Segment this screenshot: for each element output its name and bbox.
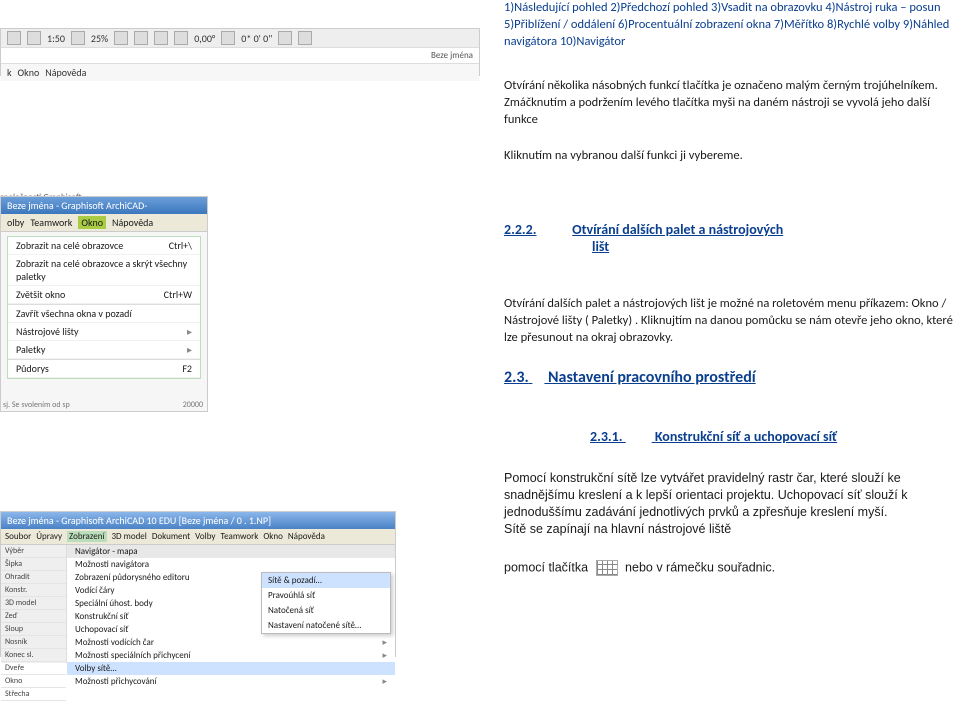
heading-231-num: 2.3.1. — [590, 428, 623, 445]
heading-231-title: Konstrukční síť a uchopovací síť — [655, 428, 837, 445]
para-grid-button-b: nebo v rámečku souřadnic. — [625, 560, 775, 574]
doc-title: Beze jména — [431, 50, 473, 61]
legend-line-2: 5)Přiblížení / oddálení 6)Procentuální z… — [504, 17, 950, 34]
misc-icon-d — [278, 31, 292, 45]
ctx-menubar: Soubor Úpravy Zobrazení 3D model Dokumen… — [1, 529, 395, 545]
menu-okno: Okno — [18, 66, 40, 79]
window-menu-screenshot: Beze jména - Graphisoft ArchiCAD- olby T… — [0, 196, 208, 412]
para-grid-button: pomocí tlačítka nebo v rámečku souřadnic… — [504, 560, 775, 576]
menu-fig-caption: sj. Se svolením od sp — [3, 400, 70, 410]
para-grid-button-a: pomocí tlačítka — [504, 560, 588, 574]
coord-val: 0* 0' 0" — [241, 32, 272, 45]
heading-222: 2.2.2. Otvírání dalších palet a nástrojo… — [504, 221, 950, 255]
grid-toggle-icon — [596, 560, 618, 576]
para-open-funcs: Otvírání několika násobných funkcí tlačí… — [504, 78, 950, 129]
ctx-sidebar: Výběr Šipka Ohradit Konstr. 3D model Zeď… — [1, 545, 67, 663]
ctx-popup: Sítě & pozadí… Pravoúhlá síť Natočená sí… — [261, 572, 391, 634]
misc-icon-c — [221, 31, 235, 45]
toolbar-screenshot: 1:50 25% 0,00° 0* 0' 0" Beze jména k Okn… — [0, 28, 480, 76]
heading-222-title: Otvírání dalších palet a nástrojových — [572, 221, 783, 238]
legend-line-1: 1)Následující pohled 2)Předchozí pohled … — [504, 0, 950, 17]
zoom-pct: 25% — [91, 32, 108, 45]
window-titlebar: Beze jména - Graphisoft ArchiCAD- — [1, 197, 207, 214]
legend-line-3: navigátora 10)Navigátor — [504, 34, 950, 51]
window-dropdown: Zobrazit na celé obrazovceCtrl+\ Zobrazi… — [7, 236, 201, 379]
hand-icon — [114, 31, 128, 45]
heading-23: 2.3. Nastavení pracovního prostředí — [504, 368, 756, 387]
nav-prev-icon — [7, 31, 21, 45]
zoom-ratio: 1:50 — [47, 32, 65, 45]
fit-icon — [71, 31, 85, 45]
menu-napoveda: Nápověda — [45, 66, 86, 79]
misc-icon-a — [154, 31, 168, 45]
angle-val: 0,00° — [194, 32, 215, 45]
misc-icon-e — [298, 31, 312, 45]
zoom-icon — [134, 31, 148, 45]
para-open-palettes: Otvírání dalších palet a nástrojových li… — [504, 296, 954, 347]
heading-222-num: 2.2.2. — [504, 221, 537, 238]
heading-23-num: 2.3. — [504, 368, 529, 387]
menu-k: k — [7, 66, 12, 79]
nav-next-icon — [27, 31, 41, 45]
para-click-select: Kliknutím na vybranou další funkci ji vy… — [504, 148, 950, 165]
heading-231: 2.3.1. Konstrukční síť a uchopovací síť — [590, 428, 837, 445]
heading-23-title: Nastavení pracovního prostředí — [548, 368, 756, 387]
legend-block: 1)Následující pohled 2)Předchozí pohled … — [504, 0, 950, 51]
para-grid: Pomocí konstrukční sítě lze vytvářet pra… — [504, 470, 952, 538]
menu-fig-ruler: 20000 — [183, 400, 203, 410]
context-menu-screenshot: Beze jména - Graphisoft ArchiCAD 10 EDU … — [0, 511, 396, 657]
heading-222-title2: lišt — [592, 238, 950, 255]
misc-icon-b — [174, 31, 188, 45]
ctx-titlebar: Beze jména - Graphisoft ArchiCAD 10 EDU … — [1, 512, 395, 529]
